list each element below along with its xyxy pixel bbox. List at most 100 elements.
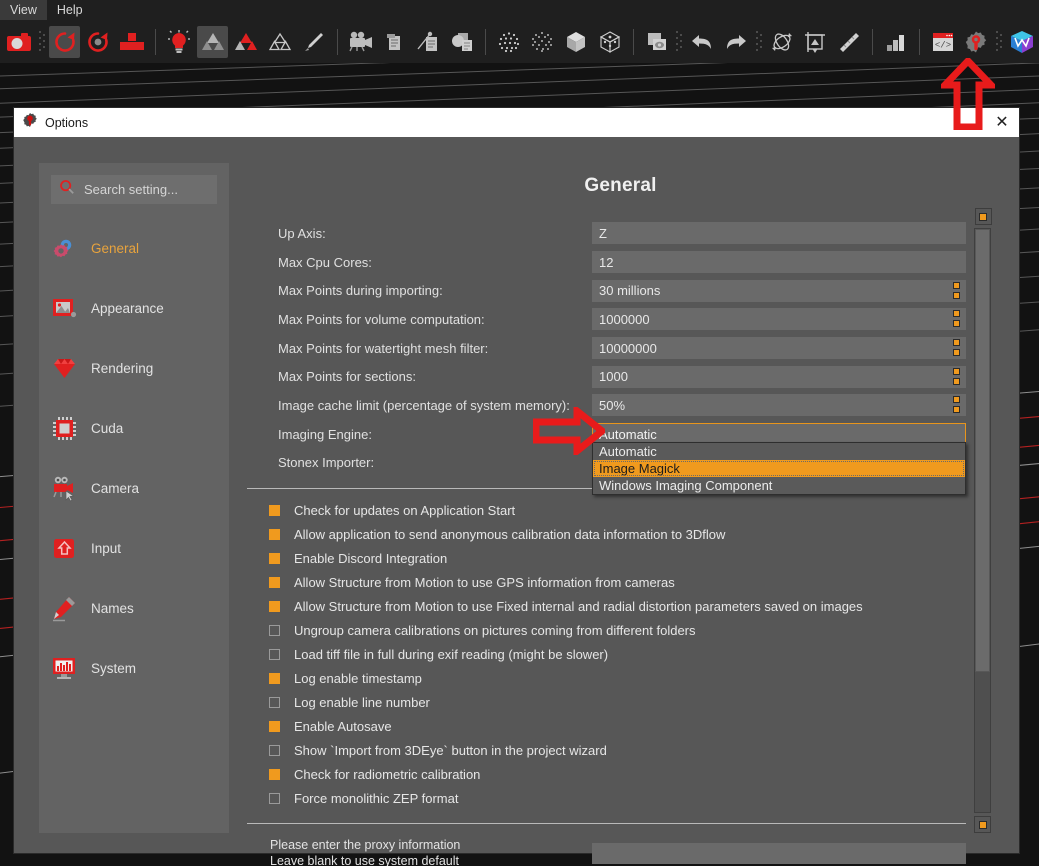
checkbox-icon[interactable] <box>269 600 280 612</box>
movie-camera-icon[interactable] <box>345 26 377 58</box>
settings-scrollbar[interactable] <box>972 208 994 833</box>
sidebar-item-general[interactable]: General <box>39 218 229 278</box>
max-points-importing-field[interactable]: 30 millions <box>592 279 966 302</box>
rotate-ccw-icon[interactable] <box>48 25 81 58</box>
image-preview-icon[interactable] <box>641 26 673 58</box>
document-shapes-icon[interactable] <box>446 26 478 58</box>
setting-label: Image cache limit (percentage of system … <box>278 397 570 413</box>
search-icon <box>59 179 75 200</box>
spinner-icon[interactable] <box>953 367 961 386</box>
search-input[interactable]: Search setting... <box>51 175 217 204</box>
3dflow-cube-icon[interactable] <box>1006 26 1038 58</box>
paintbrush-icon[interactable] <box>298 26 330 58</box>
grip-handle[interactable] <box>755 28 763 56</box>
checkbox-icon[interactable] <box>269 552 280 564</box>
redo-icon[interactable] <box>720 26 752 58</box>
sidebar-item-system[interactable]: System <box>39 638 229 698</box>
toolbar: </> <box>0 20 1039 63</box>
mesh-gray-icon[interactable] <box>196 25 229 58</box>
close-icon[interactable]: ✕ <box>985 108 1019 137</box>
checkbox-row-check-updates[interactable]: Check for updates on Application Start <box>247 498 966 522</box>
menu-item-help[interactable]: Help <box>47 0 93 20</box>
checkbox-icon[interactable] <box>269 576 280 588</box>
checkbox-row-anonymous-calibration[interactable]: Allow application to send anonymous cali… <box>247 522 966 546</box>
proxy-input[interactable] <box>592 842 966 864</box>
solid-cube-icon[interactable] <box>560 26 592 58</box>
checkbox-icon[interactable] <box>269 696 280 708</box>
imaging-engine-dropdown[interactable]: Automatic Image Magick Windows Imaging C… <box>592 441 966 495</box>
sparse-cloud-icon[interactable] <box>526 26 558 58</box>
document-measure-icon[interactable] <box>412 26 444 58</box>
camera-icon[interactable] <box>3 26 35 58</box>
menu-item-view[interactable]: View <box>0 0 47 20</box>
checkbox-icon[interactable] <box>269 528 280 540</box>
checkbox-icon[interactable] <box>269 648 280 660</box>
sidebar-item-names[interactable]: Names <box>39 578 229 638</box>
checkbox-icon[interactable] <box>269 720 280 732</box>
max-points-sections-field[interactable]: 1000 <box>592 365 966 388</box>
grip-handle[interactable] <box>995 28 1003 56</box>
orbit-icon[interactable] <box>766 26 798 58</box>
sidebar-item-input[interactable]: Input <box>39 518 229 578</box>
bar-chart-icon[interactable] <box>880 26 912 58</box>
checkbox-row-radiometric-calibration[interactable]: Check for radiometric calibration <box>247 762 966 786</box>
checkbox-row-enable-autosave[interactable]: Enable Autosave <box>247 714 966 738</box>
checkbox-row-sfm-gps[interactable]: Allow Structure from Motion to use GPS i… <box>247 570 966 594</box>
checkbox-icon[interactable] <box>269 624 280 636</box>
grip-handle[interactable] <box>675 28 683 56</box>
dropdown-option-automatic[interactable]: Automatic <box>593 443 965 460</box>
scroll-down-button[interactable] <box>974 816 991 833</box>
sidebar-item-rendering[interactable]: Rendering <box>39 338 229 398</box>
dialog-titlebar[interactable]: Options ✕ <box>14 108 1019 137</box>
settings-scroll-area[interactable]: Up Axis: Z Max Cpu Cores: 12 Max Points … <box>247 208 966 866</box>
measure-ruler-icon[interactable] <box>833 26 865 58</box>
spinner-icon[interactable] <box>953 310 961 328</box>
field-value: Z <box>599 225 607 241</box>
dropdown-option-windows-imaging-component[interactable]: Windows Imaging Component <box>593 477 965 494</box>
lightbulb-icon[interactable] <box>163 26 195 58</box>
image-cache-limit-field[interactable]: 50% <box>592 394 966 417</box>
mesh-outline-icon[interactable] <box>264 26 296 58</box>
checkbox-row-show-import-3deye[interactable]: Show `Import from 3DEye` button in the p… <box>247 738 966 762</box>
checkbox-row-log-timestamp[interactable]: Log enable timestamp <box>247 666 966 690</box>
checkbox-icon[interactable] <box>269 744 280 756</box>
spinner-icon[interactable] <box>953 339 961 357</box>
max-cpu-cores-field[interactable]: 12 <box>592 251 966 274</box>
checkbox-label: Check for updates on Application Start <box>294 502 516 518</box>
mesh-red-icon[interactable] <box>230 26 262 58</box>
checkbox-icon[interactable] <box>269 768 280 780</box>
blocks-abcd-icon[interactable] <box>116 26 148 58</box>
checkbox-icon[interactable] <box>269 792 280 804</box>
checkbox-icon[interactable] <box>269 672 280 684</box>
checkbox-row-log-line-number[interactable]: Log enable line number <box>247 690 966 714</box>
checkbox-row-discord-integration[interactable]: Enable Discord Integration <box>247 546 966 570</box>
code-window-icon[interactable]: </> <box>927 26 959 58</box>
dense-cloud-icon[interactable] <box>493 26 525 58</box>
checkbox-row-ungroup-calibrations[interactable]: Ungroup camera calibrations on pictures … <box>247 618 966 642</box>
checkbox-row-force-monolithic-zep[interactable]: Force monolithic ZEP format <box>247 786 966 810</box>
max-points-watertight-field[interactable]: 10000000 <box>592 337 966 360</box>
settings-wrench-icon[interactable] <box>961 26 993 58</box>
dropdown-option-image-magick[interactable]: Image Magick <box>593 459 965 477</box>
checkbox-row-load-tiff-full[interactable]: Load tiff file in full during exif readi… <box>247 642 966 666</box>
rotate-cw-icon[interactable] <box>82 26 114 58</box>
undo-icon[interactable] <box>686 26 718 58</box>
up-axis-field[interactable]: Z <box>592 222 966 245</box>
grip-handle[interactable] <box>38 28 46 56</box>
checkbox-label: Enable Autosave <box>294 718 392 734</box>
scroll-up-button[interactable] <box>974 208 992 225</box>
scrollbar-track[interactable] <box>974 228 991 813</box>
checkbox-icon[interactable] <box>269 504 280 516</box>
sidebar-item-camera[interactable]: Camera <box>39 458 229 518</box>
wire-cube-icon[interactable] <box>594 26 626 58</box>
settings-sidebar: Search setting... General Appearance Ren… <box>39 163 229 833</box>
spinner-icon[interactable] <box>953 281 961 300</box>
document-icon[interactable] <box>378 26 410 58</box>
scrollbar-thumb[interactable] <box>975 229 990 673</box>
max-points-volume-field[interactable]: 1000000 <box>592 308 966 331</box>
spinner-icon[interactable] <box>953 396 961 414</box>
sidebar-item-cuda[interactable]: Cuda <box>39 398 229 458</box>
checkbox-row-sfm-fixed-internal[interactable]: Allow Structure from Motion to use Fixed… <box>247 594 966 618</box>
crop-icon[interactable] <box>800 26 832 58</box>
sidebar-item-appearance[interactable]: Appearance <box>39 278 229 338</box>
